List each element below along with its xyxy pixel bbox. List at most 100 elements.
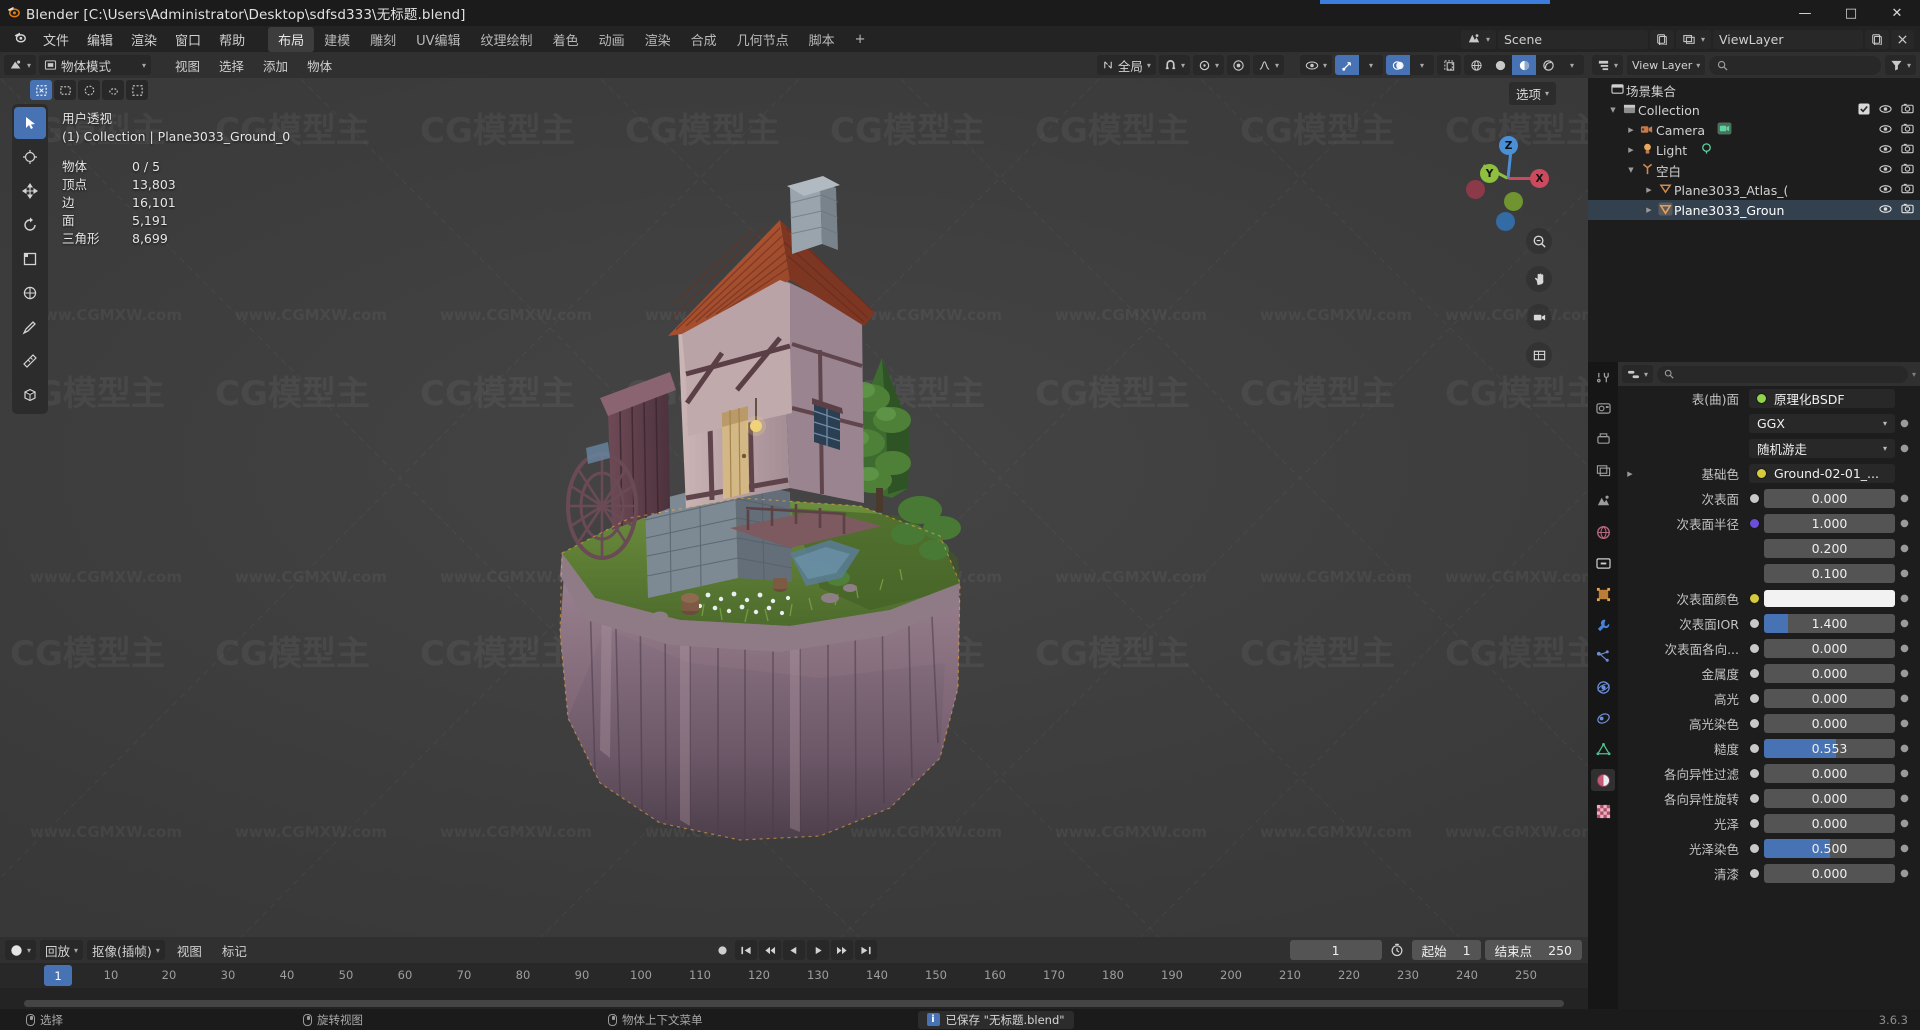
toggle-camera-view-icon[interactable] — [1526, 304, 1552, 330]
tool-cursor[interactable] — [14, 141, 46, 173]
camera-data-icon[interactable] — [1717, 122, 1732, 138]
property-row-subsurface-radius-y[interactable]: 0.200 ● — [1618, 536, 1920, 561]
socket-dot-icon[interactable] — [1749, 768, 1760, 779]
property-row-subsurface-radius-z[interactable]: 0.100 ● — [1618, 561, 1920, 586]
select-mode-options-icon[interactable] — [126, 80, 148, 100]
property-row-sheen-tint[interactable]: 光泽染色 0.500 ● — [1618, 836, 1920, 861]
camera-render-icon[interactable] — [1901, 123, 1914, 137]
property-row-subsurface-method[interactable]: 随机游走 ▾ ● — [1618, 436, 1920, 461]
toggle-orthographic-icon[interactable] — [1526, 342, 1552, 368]
menu-edit[interactable]: 编辑 — [78, 28, 122, 51]
timeline-menu-marker[interactable]: 标记 — [214, 939, 255, 962]
tab-collection-properties-icon[interactable] — [1591, 552, 1615, 574]
eye-icon[interactable] — [1879, 144, 1892, 157]
specular-slider[interactable]: 0.000 — [1764, 689, 1895, 708]
tab-material-icon[interactable] — [1591, 769, 1615, 791]
gizmo-axis-neg-y[interactable] — [1504, 192, 1523, 211]
animate-dot-icon[interactable]: ● — [1899, 818, 1910, 829]
tool-scale[interactable] — [14, 243, 46, 275]
viewport-menu-add[interactable]: 添加 — [255, 54, 296, 77]
tool-select-box[interactable] — [14, 107, 46, 139]
tab-world-icon[interactable] — [1591, 521, 1615, 543]
sheen-tint-slider[interactable]: 0.500 — [1764, 839, 1895, 858]
properties-filter-chevron-down-icon[interactable]: ▾ — [1912, 370, 1916, 379]
tab-viewlayer-icon[interactable] — [1591, 459, 1615, 481]
disclosure-triangle-icon[interactable]: ▼ — [1624, 166, 1638, 174]
property-row-subsurface-radius[interactable]: 次表面半径 1.000 ● — [1618, 511, 1920, 536]
visibility-selector[interactable]: ▾ — [1299, 55, 1332, 75]
animate-dot-icon[interactable]: ● — [1899, 443, 1910, 454]
surface-shader-value[interactable]: 原理化BSDF — [1749, 389, 1895, 408]
viewport-options-button[interactable]: 选项 ▾ — [1508, 82, 1556, 105]
property-row-roughness[interactable]: 糙度 0.553 ● — [1618, 736, 1920, 761]
camera-render-icon[interactable] — [1901, 163, 1914, 177]
animate-dot-icon[interactable]: ● — [1899, 768, 1910, 779]
next-keyframe-button[interactable] — [831, 940, 853, 960]
property-row-specular[interactable]: 高光 0.000 ● — [1618, 686, 1920, 711]
tool-measure[interactable] — [14, 345, 46, 377]
properties-search-input[interactable] — [1657, 365, 1908, 383]
property-row-surface[interactable]: 表(曲)面 原理化BSDF — [1618, 386, 1920, 411]
timeline-playhead[interactable]: 1 — [44, 965, 72, 986]
scene-browse-icon[interactable]: ▾ — [1460, 29, 1496, 49]
menu-file[interactable]: 文件 — [34, 28, 78, 51]
workspace-tab-scripting[interactable]: 脚本 — [799, 27, 845, 52]
workspace-tab-sculpting[interactable]: 雕刻 — [360, 27, 406, 52]
show-gizmo-icon[interactable] — [1335, 55, 1359, 75]
minimize-button[interactable]: — — [1782, 0, 1828, 26]
socket-dot-icon[interactable] — [1749, 618, 1760, 629]
circle-select-icon[interactable] — [78, 80, 100, 100]
record-keyframe-icon[interactable] — [711, 940, 733, 960]
maximize-button[interactable]: □ — [1828, 0, 1874, 26]
play-button[interactable] — [807, 940, 829, 960]
tool-move[interactable] — [14, 175, 46, 207]
new-viewlayer-button[interactable] — [1865, 29, 1889, 49]
animate-dot-icon[interactable]: ● — [1899, 693, 1910, 704]
viewport-menu-select[interactable]: 选择 — [211, 54, 252, 77]
show-overlays-icon[interactable] — [1386, 55, 1410, 75]
toggle-xray-icon[interactable] — [1437, 55, 1461, 75]
property-row-distribution[interactable]: GGX ▾ ● — [1618, 411, 1920, 436]
socket-dot-icon[interactable] — [1749, 643, 1760, 654]
animate-dot-icon[interactable]: ● — [1899, 593, 1910, 604]
transform-orientation-selector[interactable]: 全局 ▾ — [1096, 55, 1156, 75]
eye-icon[interactable] — [1879, 204, 1892, 217]
property-row-base-color[interactable]: ▶ 基础色 Ground-02-01_... — [1618, 461, 1920, 486]
tab-scene-icon[interactable] — [1591, 490, 1615, 512]
checkbox-icon[interactable] — [1858, 102, 1870, 118]
disclosure-triangle-icon[interactable]: ▶ — [1624, 126, 1638, 134]
distribution-dropdown[interactable]: GGX ▾ — [1749, 414, 1895, 433]
gizmo-axis-neg-x[interactable] — [1466, 180, 1485, 199]
gizmo-axis-y[interactable]: Y — [1480, 164, 1499, 183]
property-row-subsurface-anisotropy[interactable]: 次表面各向... 0.000 ● — [1618, 636, 1920, 661]
property-row-subsurface-color[interactable]: 次表面颜色 ● — [1618, 586, 1920, 611]
anisotropic-rotation-slider[interactable]: 0.000 — [1764, 789, 1895, 808]
tab-object-icon[interactable] — [1591, 583, 1615, 605]
tab-physics-icon[interactable] — [1591, 676, 1615, 698]
workspace-tab-compositing[interactable]: 合成 — [681, 27, 727, 52]
animate-dot-icon[interactable]: ● — [1899, 718, 1910, 729]
proportional-edit-toggle[interactable] — [1226, 55, 1250, 75]
animate-dot-icon[interactable]: ● — [1899, 543, 1910, 554]
socket-dot-icon[interactable] — [1749, 693, 1760, 704]
keying-popover-button[interactable]: 抠像(插帧) ▾ — [87, 940, 165, 960]
3d-viewport[interactable]: CG模型主 CG模型主 CG模型主 CG模型主 CG模型主 CG模型主 CG模型… — [0, 78, 1588, 937]
property-row-anisotropic-rotation[interactable]: 各向异性旋转 0.000 ● — [1618, 786, 1920, 811]
camera-render-icon[interactable] — [1901, 143, 1914, 157]
socket-dot-icon[interactable] — [1749, 843, 1760, 854]
previous-keyframe-button[interactable] — [759, 940, 781, 960]
material-preview-shading-icon[interactable] — [1512, 55, 1536, 75]
solid-shading-icon[interactable] — [1488, 55, 1512, 75]
socket-dot-icon[interactable] — [1749, 668, 1760, 679]
camera-render-icon[interactable] — [1901, 203, 1914, 217]
animate-dot-icon[interactable]: ● — [1899, 793, 1910, 804]
socket-dot-icon[interactable] — [1749, 743, 1760, 754]
tab-object-data-icon[interactable] — [1591, 738, 1615, 760]
rendered-shading-icon[interactable] — [1536, 55, 1560, 75]
socket-dot-icon[interactable] — [1749, 593, 1760, 604]
animate-dot-icon[interactable]: ● — [1899, 668, 1910, 679]
box-select-icon[interactable] — [54, 80, 76, 100]
outliner-row-camera[interactable]: ▶ Camera — [1588, 120, 1920, 140]
eye-icon[interactable] — [1879, 124, 1892, 137]
move-view-icon[interactable] — [1526, 266, 1552, 292]
